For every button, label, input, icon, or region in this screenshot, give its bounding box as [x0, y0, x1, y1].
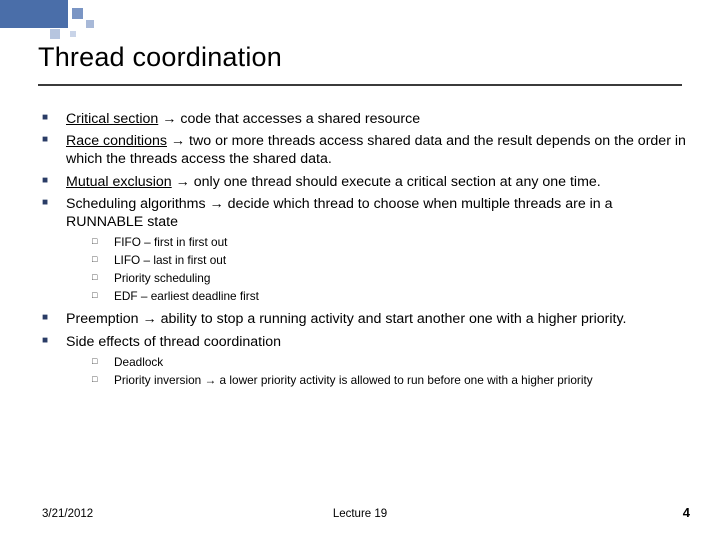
- bullet-preemption: Preemption → ability to stop a running a…: [40, 310, 688, 328]
- arrow-icon: →: [171, 133, 185, 149]
- desc: only one thread should execute a critica…: [194, 174, 601, 190]
- term: Race conditions: [66, 133, 167, 149]
- bullet-side-effects: Side effects of thread coordination Dead…: [40, 333, 688, 388]
- content-body: Critical section → code that accesses a …: [40, 110, 688, 394]
- term: Critical section: [66, 111, 158, 127]
- desc: Scheduling algorithms → decide which thr…: [66, 196, 613, 230]
- title-rule: [38, 84, 682, 86]
- arrow-icon: →: [162, 111, 176, 127]
- desc: code that accesses a shared resource: [180, 111, 420, 127]
- footer-page-number: 4: [683, 505, 690, 520]
- slide-title: Thread coordination: [38, 42, 282, 73]
- bullet-critical-section: Critical section → code that accesses a …: [40, 110, 688, 128]
- sub-deadlock: Deadlock: [92, 355, 688, 370]
- sub-edf: EDF – earliest deadline first: [92, 289, 688, 304]
- desc: Side effects of thread coordination: [66, 334, 281, 350]
- sub-lifo: LIFO – last in first out: [92, 253, 688, 268]
- sub-priority: Priority scheduling: [92, 271, 688, 286]
- arrow-icon: →: [176, 174, 190, 190]
- corner-decoration: [0, 0, 110, 44]
- bullet-mutual-exclusion: Mutual exclusion → only one thread shoul…: [40, 173, 688, 191]
- scheduling-sublist: FIFO – first in first out LIFO – last in…: [66, 235, 688, 304]
- bullet-scheduling: Scheduling algorithms → decide which thr…: [40, 195, 688, 305]
- bullet-race-conditions: Race conditions → two or more threads ac…: [40, 132, 688, 168]
- footer-lecture: Lecture 19: [0, 508, 720, 520]
- term: Mutual exclusion: [66, 174, 172, 190]
- desc: Preemption → ability to stop a running a…: [66, 311, 626, 327]
- sub-fifo: FIFO – first in first out: [92, 235, 688, 250]
- sub-priority-inversion: Priority inversion → a lower priority ac…: [92, 373, 688, 388]
- slide: Thread coordination Critical section → c…: [0, 0, 720, 540]
- side-effects-sublist: Deadlock Priority inversion → a lower pr…: [66, 355, 688, 388]
